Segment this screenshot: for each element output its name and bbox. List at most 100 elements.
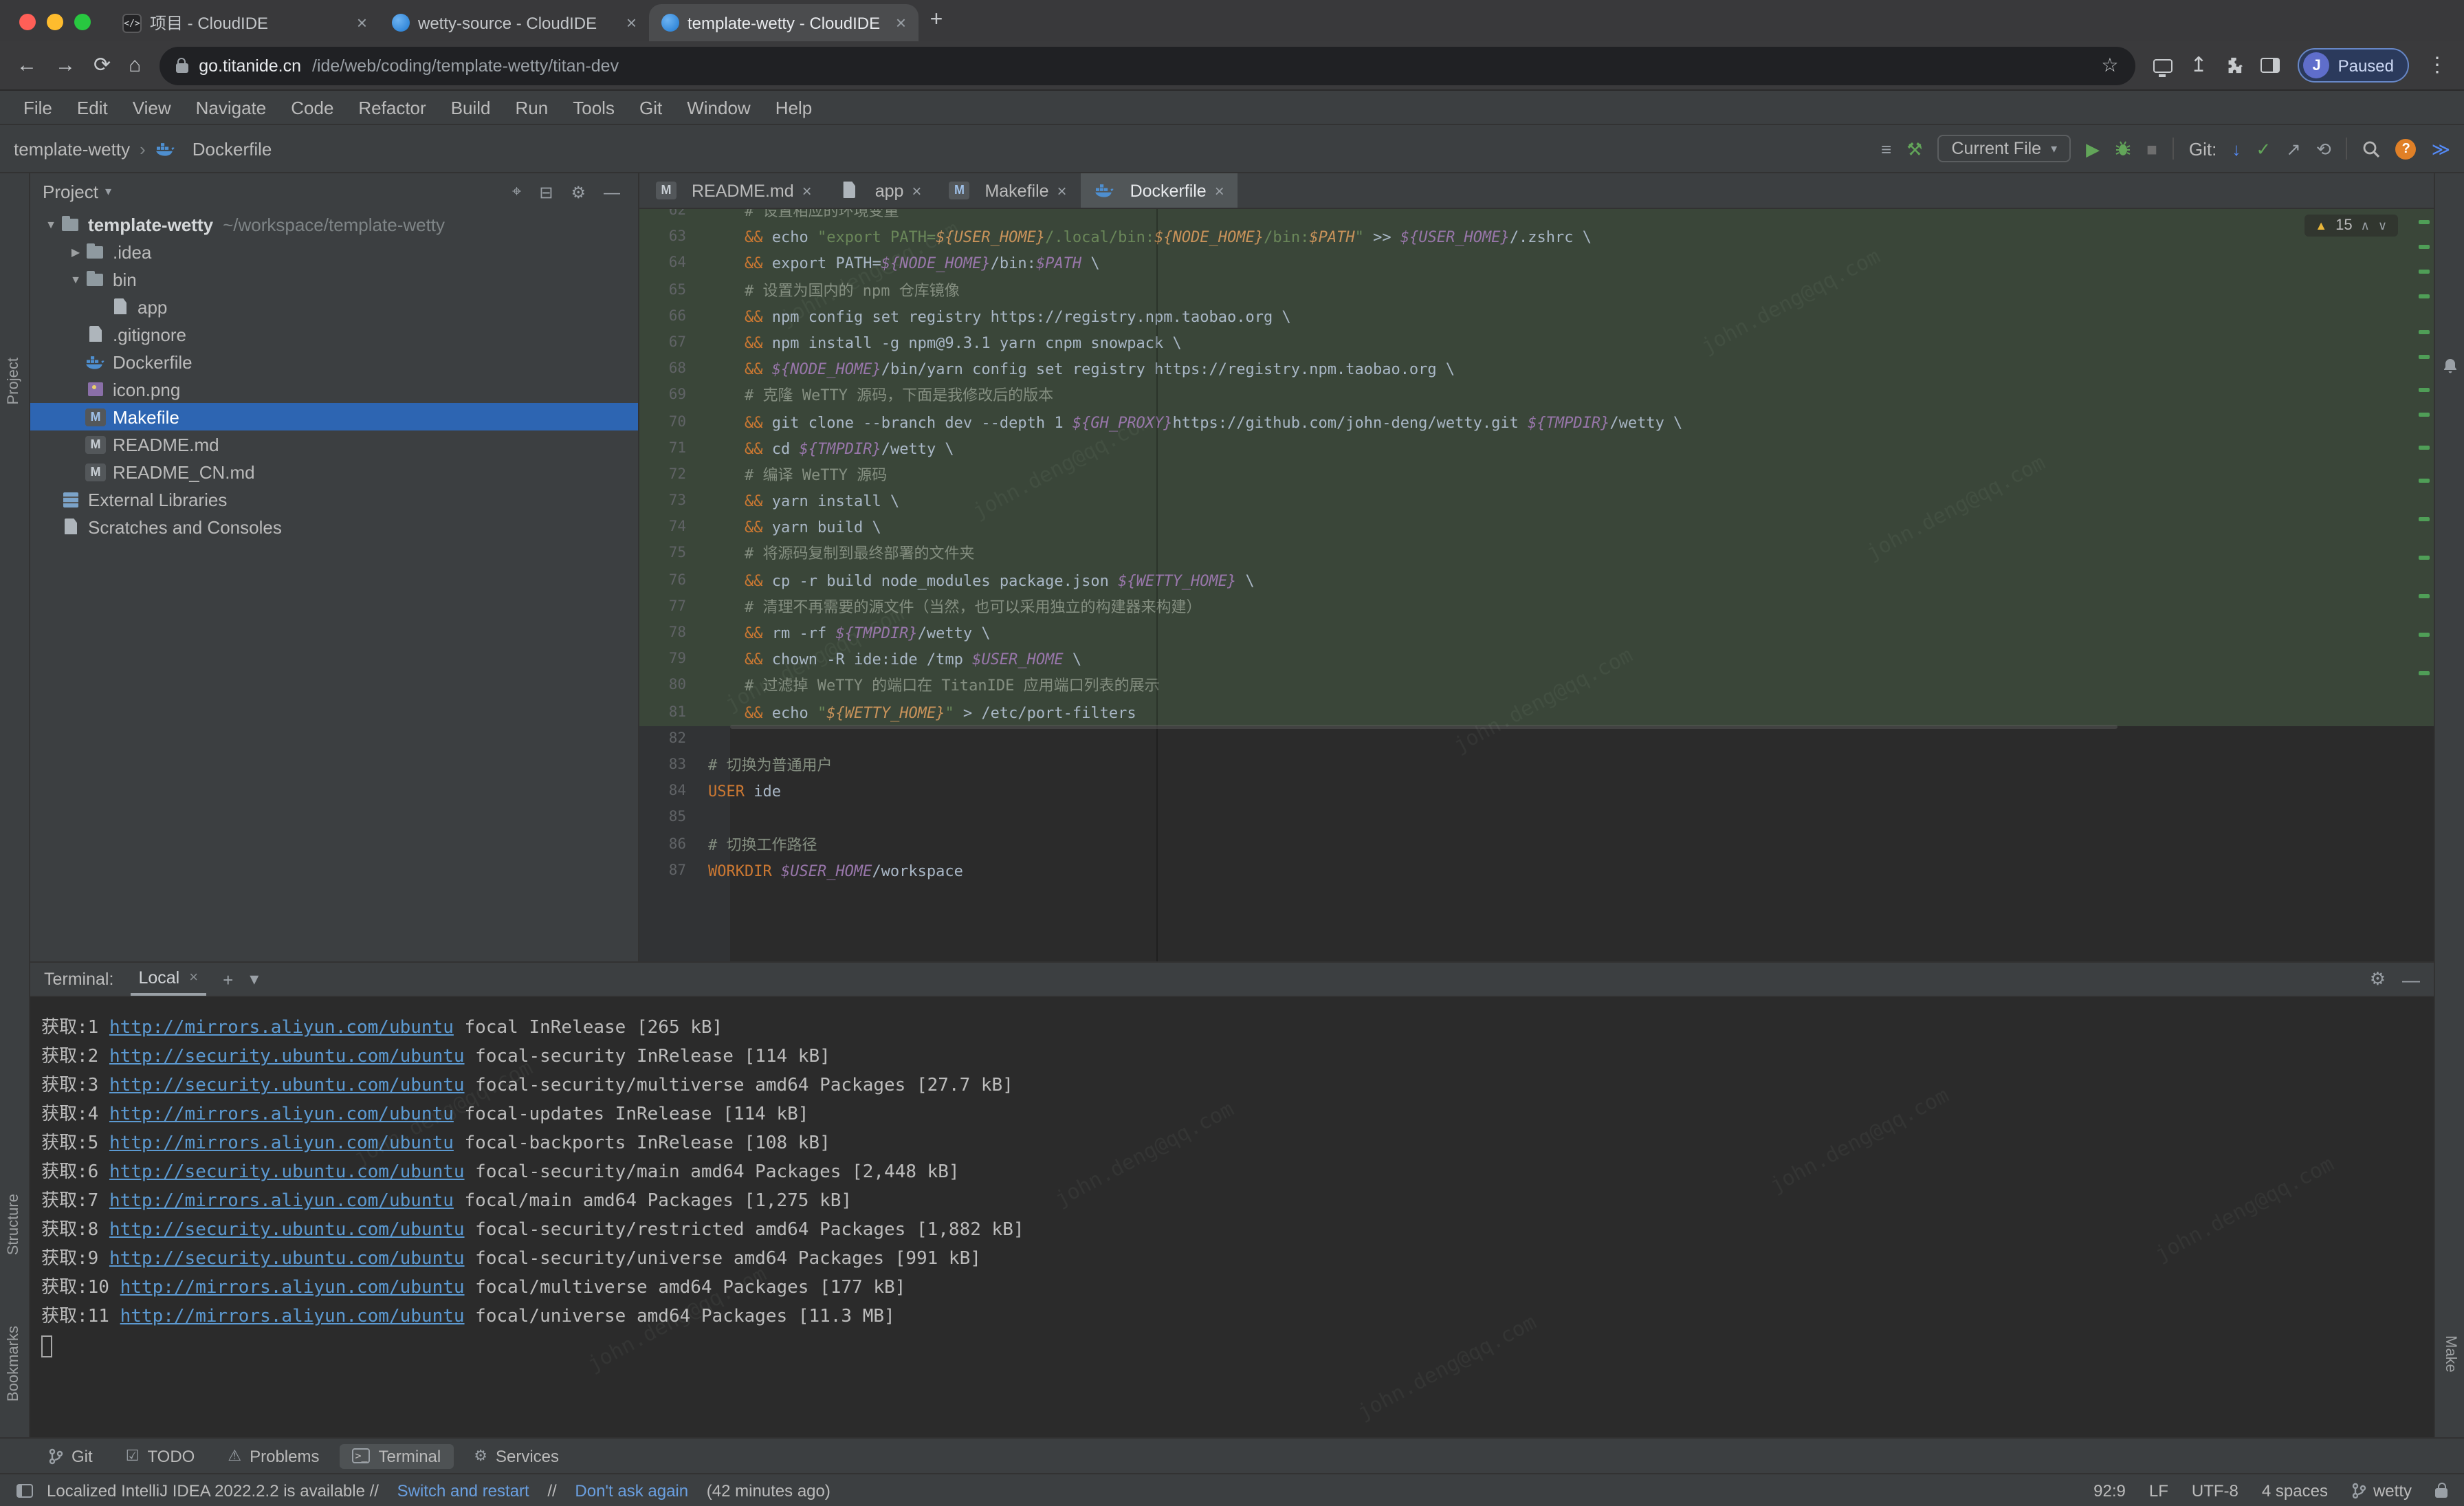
line-number[interactable]: 87 [639, 858, 708, 884]
notifications-bell-icon[interactable] [2442, 358, 2458, 374]
build-hammer-icon[interactable]: ⚒ [1906, 140, 1922, 157]
line-number[interactable]: 73 [639, 488, 708, 514]
menu-help[interactable]: Help [763, 97, 825, 118]
line-number[interactable]: 82 [639, 726, 708, 752]
chevron-down-icon[interactable]: ▼ [66, 273, 85, 285]
locate-file-icon[interactable]: ⌖ [507, 182, 527, 202]
tool-stripe-project[interactable]: Project [6, 358, 22, 405]
readonly-lock-icon[interactable] [2435, 1487, 2448, 1497]
terminal-link[interactable]: http://security.ubuntu.com/ubuntu [109, 1076, 465, 1096]
tool-stripe-bookmarks[interactable]: Bookmarks [6, 1326, 22, 1401]
code-line-75[interactable]: 75 # 将源码复制到最终部署的文件夹 [639, 541, 2434, 567]
run-configurations-icon[interactable]: ≡ [1881, 140, 1891, 157]
git-push-icon[interactable]: ↗ [2286, 140, 2301, 157]
code-line-79[interactable]: 79 && chown -R ide:ide /tmp $USER_HOME \ [639, 646, 2434, 673]
tree-item-bin[interactable]: ▼bin [30, 265, 638, 293]
code-line-83[interactable]: 83# 切换为普通用户 [639, 752, 2434, 778]
tab-close-icon[interactable]: × [626, 12, 637, 33]
line-number[interactable]: 81 [639, 699, 708, 725]
profile-button[interactable]: J Paused [2298, 48, 2409, 83]
code-line-78[interactable]: 78 && rm -rf ${TMPDIR}/wetty \ [639, 620, 2434, 646]
file-encoding[interactable]: UTF-8 [2192, 1481, 2238, 1500]
code-line-63[interactable]: 63 && echo "export PATH=${USER_HOME}/.lo… [639, 224, 2434, 250]
tool-stripe-make[interactable]: Make [2442, 1335, 2458, 1373]
home-icon[interactable]: ⌂ [129, 55, 141, 76]
code-line-62[interactable]: 62 # 设置相应的环境变量 [639, 209, 2434, 224]
dont-ask-again-link[interactable]: Don't ask again [575, 1481, 688, 1500]
share-icon[interactable]: ↥ [2190, 55, 2207, 76]
error-stripe-mark[interactable] [2419, 355, 2430, 359]
code-line-80[interactable]: 80 # 过滤掉 WeTTY 的端口在 TitanIDE 应用端口列表的展示 [639, 673, 2434, 699]
line-number[interactable]: 83 [639, 752, 708, 778]
error-stripe-mark[interactable] [2419, 413, 2430, 417]
terminal-settings-icon[interactable]: ⚙ [2370, 968, 2386, 990]
line-number[interactable]: 86 [639, 831, 708, 858]
code-line-86[interactable]: 86# 切换工作路径 [639, 831, 2434, 858]
terminal-link[interactable]: http://mirrors.aliyun.com/ubuntu [109, 1133, 454, 1154]
minimize-panel-icon[interactable]: — [2402, 969, 2420, 990]
line-number[interactable]: 62 [639, 209, 708, 224]
error-stripe-mark[interactable] [2419, 556, 2430, 560]
menu-tools[interactable]: Tools [560, 97, 627, 118]
toolwindow-button-services[interactable]: ⚙Services [461, 1443, 571, 1468]
tree-item-.idea[interactable]: ▶.idea [30, 238, 638, 265]
debug-button[interactable] [2115, 140, 2131, 157]
run-button[interactable]: ▶ [2086, 140, 2100, 157]
tree-item-makefile[interactable]: MMakefile [30, 403, 638, 430]
error-stripe-mark[interactable] [2419, 294, 2430, 298]
terminal-link[interactable]: http://mirrors.aliyun.com/ubuntu [109, 1018, 454, 1038]
terminal-link[interactable]: http://mirrors.aliyun.com/ubuntu [109, 1191, 454, 1212]
line-number[interactable]: 65 [639, 277, 708, 303]
breadcrumb-project[interactable]: template-wetty [14, 138, 130, 159]
terminal-link[interactable]: http://security.ubuntu.com/ubuntu [109, 1162, 465, 1183]
line-number[interactable]: 77 [639, 594, 708, 620]
side-panel-icon[interactable] [2261, 58, 2280, 73]
toolwindow-button-todo[interactable]: ☑TODO [113, 1443, 208, 1468]
code-line-71[interactable]: 71 && cd ${TMPDIR}/wetty \ [639, 435, 2434, 461]
menu-run[interactable]: Run [503, 97, 561, 118]
browser-tab-1[interactable]: </>项目 - CloudIDE× [110, 4, 380, 41]
chevron-down-icon[interactable]: ▾ [105, 184, 111, 199]
tree-item-readme_cn.md[interactable]: MREADME_CN.md [30, 458, 638, 485]
line-number[interactable]: 72 [639, 462, 708, 488]
menu-file[interactable]: File [11, 97, 65, 118]
close-window-button[interactable] [19, 14, 36, 30]
line-number[interactable]: 80 [639, 673, 708, 699]
line-number[interactable]: 68 [639, 356, 708, 382]
panel-settings-icon[interactable]: ⚙ [565, 182, 591, 201]
code-line-84[interactable]: 84USER ide [639, 778, 2434, 805]
menu-code[interactable]: Code [278, 97, 346, 118]
code-line-72[interactable]: 72 # 编译 WeTTY 源码 [639, 462, 2434, 488]
browser-tab-2[interactable]: wetty-source - CloudIDE× [380, 4, 649, 41]
code-line-65[interactable]: 65 # 设置为国内的 npm 仓库镜像 [639, 277, 2434, 303]
line-number[interactable]: 76 [639, 567, 708, 593]
line-number[interactable]: 78 [639, 620, 708, 646]
line-number[interactable]: 84 [639, 778, 708, 805]
horizontal-scrollbar[interactable] [730, 725, 2118, 729]
menu-view[interactable]: View [120, 97, 184, 118]
code-line-77[interactable]: 77 # 清理不再需要的源文件（当然，也可以采用独立的构建器来构建） [639, 594, 2434, 620]
tab-close-icon[interactable]: × [912, 181, 921, 200]
tree-item-dockerfile[interactable]: Dockerfile [30, 348, 638, 375]
line-number[interactable]: 70 [639, 409, 708, 435]
line-separator[interactable]: LF [2149, 1481, 2168, 1500]
error-stripe-mark[interactable] [2419, 517, 2430, 521]
error-stripe-mark[interactable] [2419, 388, 2430, 392]
menu-window[interactable]: Window [674, 97, 763, 118]
menu-edit[interactable]: Edit [65, 97, 120, 118]
browser-menu-icon[interactable]: ⋮ [2427, 55, 2448, 76]
terminal-dropdown-icon[interactable]: ▾ [250, 968, 258, 990]
collapse-all-icon[interactable]: ⊟ [534, 182, 558, 201]
bookmark-star-icon[interactable]: ☆ [2101, 54, 2118, 77]
error-stripe-mark[interactable] [2419, 671, 2430, 675]
tree-item-.gitignore[interactable]: .gitignore [30, 320, 638, 348]
line-number[interactable]: 75 [639, 541, 708, 567]
tree-item-readme.md[interactable]: MREADME.md [30, 430, 638, 458]
line-number[interactable]: 69 [639, 383, 708, 409]
inspections-widget[interactable]: ▲ 15 ∧ ∨ [2304, 215, 2398, 237]
back-icon[interactable]: ← [16, 55, 37, 76]
next-problem-icon[interactable]: ∨ [2378, 218, 2387, 233]
git-update-icon[interactable]: ↓ [2232, 140, 2241, 157]
chevron-down-icon[interactable]: ▼ [41, 218, 60, 230]
code-line-66[interactable]: 66 && npm config set registry https://re… [639, 304, 2434, 330]
